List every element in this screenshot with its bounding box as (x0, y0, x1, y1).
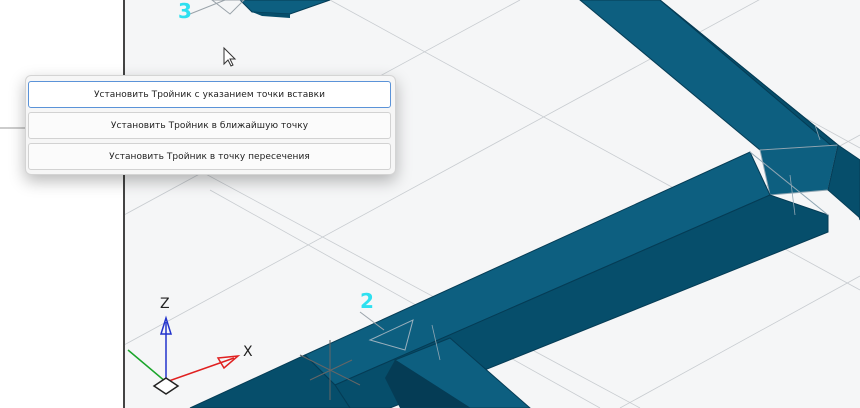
axis-label-z: Z (160, 296, 170, 312)
drawing-viewport[interactable]: 3 2 Z X (0, 0, 860, 408)
menu-item-tee-nearest-point[interactable]: Установить Тройник в ближайшую точку (28, 112, 391, 139)
left-panel (0, 0, 124, 408)
menu-item-tee-intersection-point[interactable]: Установить Тройник в точку пересечения (28, 143, 391, 170)
point-label-2: 2 (360, 289, 374, 313)
axis-label-x: X (243, 344, 253, 360)
tee-insert-context-menu: Установить Тройник с указанием точки вст… (25, 75, 396, 175)
point-label-3: 3 (178, 0, 192, 23)
menu-item-tee-with-insert-point[interactable]: Установить Тройник с указанием точки вст… (28, 81, 391, 108)
